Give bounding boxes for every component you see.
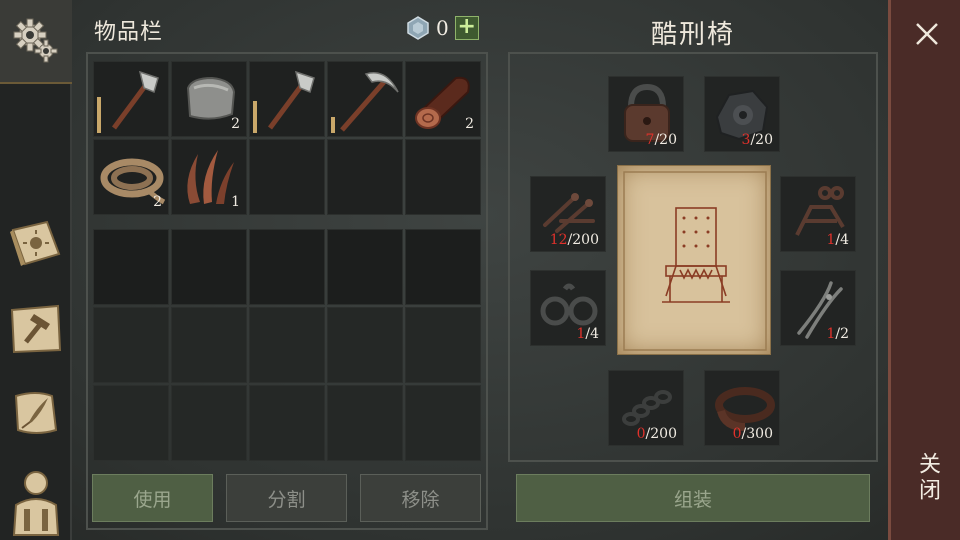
blueprint-image <box>617 165 771 355</box>
assemble-button[interactable]: 组装 <box>516 474 870 522</box>
inventory-slot[interactable] <box>405 139 481 215</box>
settings-button[interactable] <box>0 0 72 84</box>
quests-button[interactable] <box>0 380 72 446</box>
inventory-grid-bottom <box>93 229 481 461</box>
use-button[interactable]: 使用 <box>92 474 213 522</box>
inventory-slot[interactable] <box>249 307 325 383</box>
inventory-slot[interactable] <box>327 307 403 383</box>
crafting-button[interactable] <box>0 296 72 362</box>
inventory-slot[interactable] <box>93 229 169 305</box>
gears-icon <box>13 18 58 63</box>
hammer-map-icon <box>10 304 62 354</box>
inventory-slot[interactable] <box>249 229 325 305</box>
durability-bar <box>331 117 335 133</box>
skills-book-button[interactable] <box>0 210 72 276</box>
sun-book-icon <box>10 220 61 266</box>
inventory-grid-top: 2 2 2 1 <box>93 61 481 215</box>
inventory-slot[interactable] <box>249 139 325 215</box>
hatchet-icon <box>111 70 159 130</box>
inventory-slot[interactable]: 2 <box>405 61 481 137</box>
inventory-slot[interactable] <box>171 307 247 383</box>
close-icon[interactable] <box>911 18 943 50</box>
inventory-slot[interactable] <box>327 61 403 137</box>
durability-bar <box>253 101 257 133</box>
item-quantity: 2 <box>231 116 240 132</box>
material-requirement: 1/4 <box>576 326 599 342</box>
inventory-slot[interactable] <box>249 61 325 137</box>
inventory-slot[interactable] <box>93 385 169 461</box>
sidebar <box>0 0 72 540</box>
inventory-slot[interactable] <box>327 229 403 305</box>
close-label[interactable]: 关闭 <box>911 452 943 522</box>
material-requirement: 1/4 <box>826 232 849 248</box>
inventory-slot[interactable] <box>171 229 247 305</box>
durability-bar <box>97 97 101 133</box>
material-slot[interactable]: 12/200 <box>530 176 606 252</box>
gem-icon <box>407 16 429 40</box>
currency-display: 0 + <box>406 16 479 40</box>
inventory-slot[interactable] <box>93 307 169 383</box>
inventory-slot[interactable] <box>93 61 169 137</box>
inventory-slot[interactable] <box>171 385 247 461</box>
crafting-title: 酷刑椅 <box>650 20 735 50</box>
remove-button[interactable]: 移除 <box>360 474 481 522</box>
character-silhouette-icon <box>12 471 60 536</box>
material-slot[interactable]: 1/4 <box>530 270 606 346</box>
inventory-slot[interactable] <box>405 385 481 461</box>
inventory-slot[interactable] <box>405 307 481 383</box>
inventory-slot[interactable] <box>327 385 403 461</box>
material-slot[interactable]: 1/2 <box>780 270 856 346</box>
material-slot[interactable]: 0/200 <box>608 370 684 446</box>
material-slot[interactable]: 1/4 <box>780 176 856 252</box>
material-requirement: 1/2 <box>826 326 849 342</box>
material-requirement: 0/200 <box>636 426 677 442</box>
torture-chair-blueprint-icon <box>623 171 767 351</box>
material-slot[interactable]: 3/20 <box>704 76 780 152</box>
inventory-slot[interactable] <box>327 139 403 215</box>
close-bar[interactable]: 关闭 <box>888 0 960 540</box>
currency-value: 0 <box>436 16 449 40</box>
pickaxe-icon <box>340 72 399 132</box>
character-button[interactable] <box>0 462 72 540</box>
inventory-slot[interactable] <box>249 385 325 461</box>
inventory-title: 物品栏 <box>94 20 164 45</box>
item-quantity: 1 <box>231 194 240 210</box>
material-requirement: 3/20 <box>741 132 773 148</box>
item-quantity: 2 <box>153 194 162 210</box>
scroll-quill-icon <box>14 392 58 434</box>
inventory-slot[interactable]: 2 <box>171 61 247 137</box>
material-slot[interactable]: 7/20 <box>608 76 684 152</box>
split-button[interactable]: 分割 <box>226 474 347 522</box>
item-quantity: 2 <box>465 116 474 132</box>
material-requirement: 12/200 <box>549 232 599 248</box>
material-requirement: 7/20 <box>645 132 677 148</box>
material-slot[interactable]: 0/300 <box>704 370 780 446</box>
hatchet-icon <box>267 70 315 130</box>
material-requirement: 0/300 <box>732 426 773 442</box>
add-currency-button[interactable]: + <box>454 16 479 40</box>
inventory-slot[interactable]: 2 <box>93 139 169 215</box>
inventory-slot[interactable]: 1 <box>171 139 247 215</box>
inventory-action-bar: 使用 分割 移除 <box>92 474 481 522</box>
inventory-slot[interactable] <box>405 229 481 305</box>
